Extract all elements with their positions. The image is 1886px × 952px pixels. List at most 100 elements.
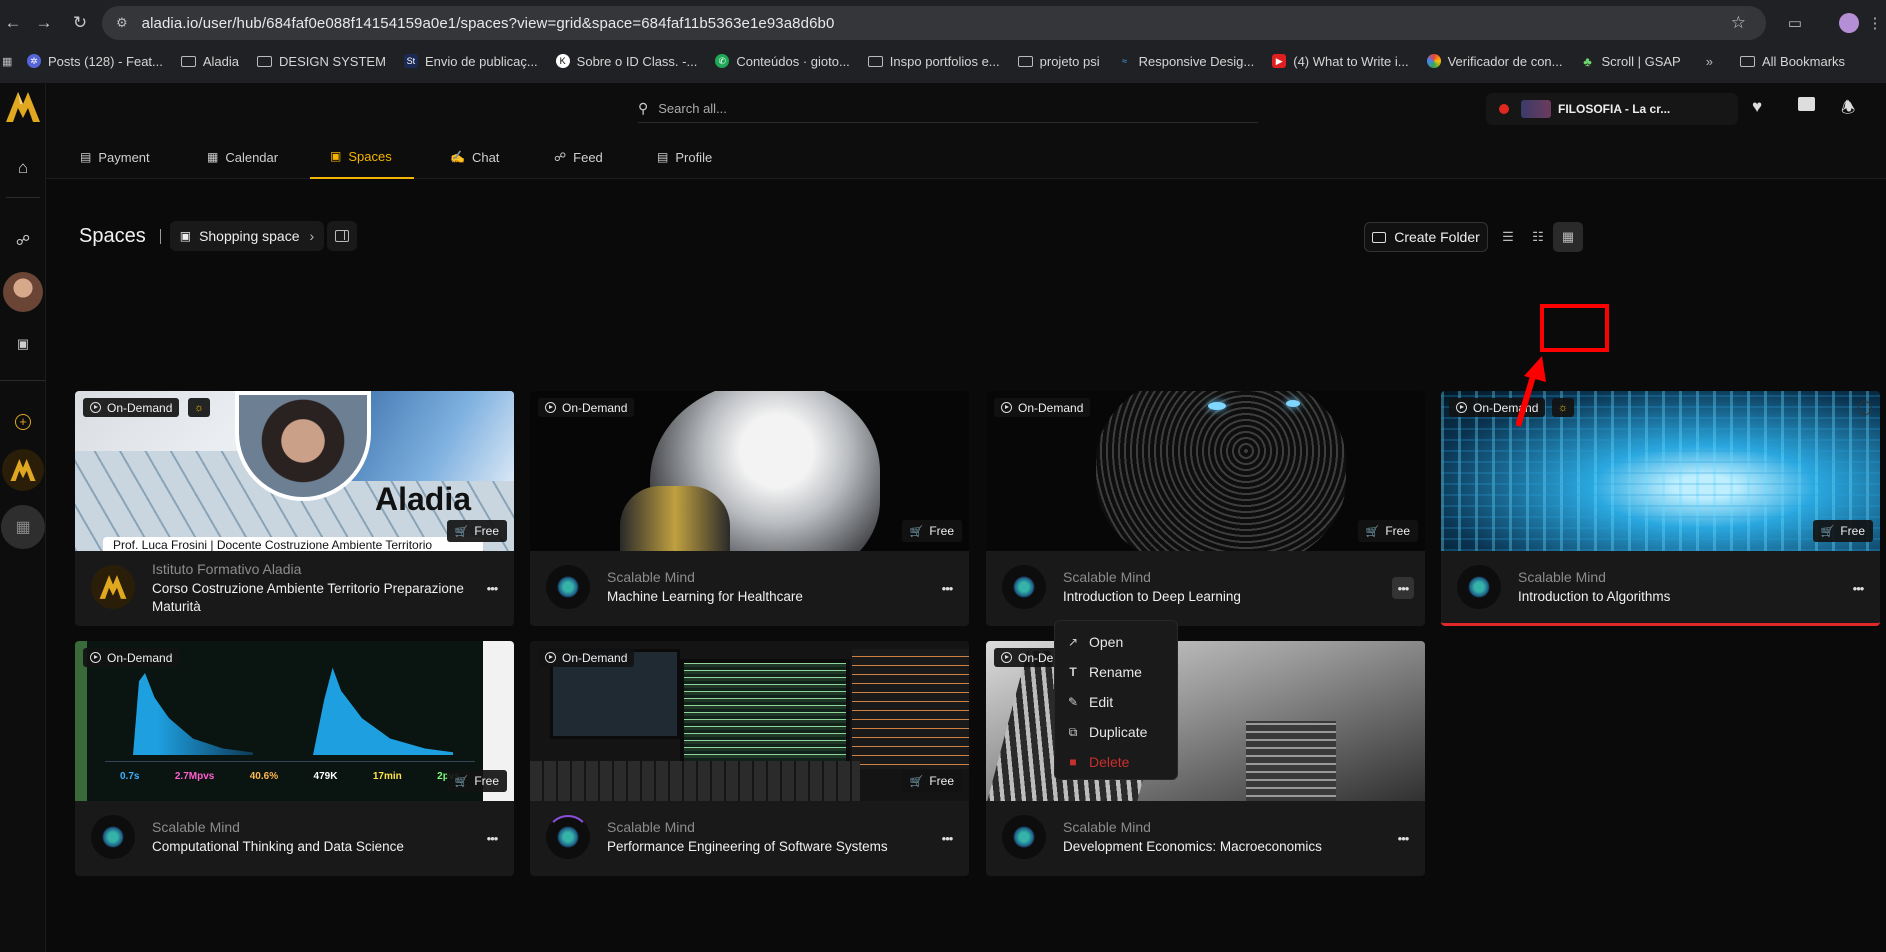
bookmark-item[interactable]: K Sobre o ID Class. -... [547,49,707,73]
price-badge: 🛒 Free [1357,520,1418,542]
folder-icon [180,55,196,67]
back-icon[interactable]: ← [0,10,26,36]
scalable-mind-logo [1013,576,1035,598]
badge-label: On-Demand [562,400,628,415]
more-options-icon[interactable]: ••• [481,577,503,599]
more-options-icon[interactable]: ••• [481,827,503,849]
bookmark-item[interactable]: Verificador de con... [1418,49,1572,73]
space-card[interactable]: 0.7s 2.7Mpvs 40.6% 479K 17min 2pvs On-De… [75,641,514,876]
user-avatar[interactable] [0,269,46,315]
menu-item-rename[interactable]: T Rename [1065,657,1142,687]
space-card[interactable]: Aladia Prof. Luca Frosini | Docente Cost… [75,391,514,626]
tab-profile[interactable]: ▤ Profile [657,135,712,179]
more-options-icon[interactable]: ••• [936,827,958,849]
card-footer: Scalable Mind Machine Learning for Healt… [530,551,969,626]
bookmark-star-icon[interactable]: ☆ [1731,13,1746,33]
badge-label: On-Demand [562,650,628,665]
reload-icon[interactable]: ↻ [67,10,93,36]
menu-item-delete[interactable]: ■ Delete [1065,747,1129,777]
search-input[interactable]: ⚲ Search all... [638,95,1258,123]
more-bookmarks-icon[interactable]: » [1706,54,1713,69]
menu-item-duplicate[interactable]: ⧉ Duplicate [1065,717,1148,747]
create-folder-button[interactable]: Create Folder [1364,222,1488,252]
org-avatar [1002,815,1046,859]
add-icon[interactable]: + [0,407,46,437]
tab-spaces[interactable]: ▣ Spaces [310,135,414,179]
heart-icon[interactable]: ♥ [1752,97,1762,117]
clover-icon: ♣ [1583,53,1592,69]
menu-item-edit[interactable]: ✎ Edit [1065,687,1113,717]
aladia-space-avatar[interactable] [0,447,46,493]
copy-icon: ⧉ [1068,724,1078,739]
bookmark-item[interactable]: projeto psi [1009,49,1109,73]
chart-axis [105,761,475,762]
profile-avatar-icon[interactable] [1836,10,1862,36]
left-rail: ⌂ ☍ ▣ + ▦ [0,83,46,952]
list-view-icon[interactable]: ☰ [1493,222,1523,252]
wire-face [1096,391,1346,551]
menu-item-open[interactable]: ↗ Open [1065,627,1123,657]
panel-toggle-icon[interactable] [327,221,358,251]
share-icon[interactable]: ☍ [0,225,46,255]
badge-label: On-Demand [107,650,173,665]
tab-payment[interactable]: ▤ Payment [80,135,150,179]
more-options-icon[interactable]: ••• [1392,577,1414,599]
site-info-icon[interactable]: ⚙ [116,15,128,31]
box-icon[interactable]: ▣ [0,329,46,359]
more-options-icon[interactable]: ••• [1847,577,1869,599]
bookmark-item[interactable]: ✲ Posts (128) - Feat... [18,49,172,73]
price-badge: 🛒 Free [446,520,507,542]
cart-icon: 🛒 [454,525,469,538]
bookmark-item[interactable]: ≈ Responsive Desig... [1109,49,1264,73]
bookmark-label: Aladia [202,53,240,69]
store-icon[interactable]: ⌂ [0,153,46,183]
calendar-icon: ▦ [207,150,219,164]
menu-icon[interactable]: ⋮ [1862,10,1886,36]
building-icon[interactable]: ▦ [0,504,46,550]
rail-divider [0,380,46,381]
card-title: Development Economics: Macroeconomics [1063,839,1322,854]
space-card[interactable]: On-Demand Scalable Mind Development Econ… [986,641,1425,876]
face-eye [1286,400,1300,407]
now-playing[interactable]: FILOSOFIA - La cr... [1486,93,1738,125]
forward-icon[interactable]: → [31,10,57,36]
apps-grid-icon[interactable]: ▦ [2,55,18,68]
bookmark-item[interactable]: Inspo portfolios e... [859,49,1009,73]
bookmark-item[interactable]: Aladia [172,49,248,73]
bookmark-item[interactable]: ✆ Conteúdos · gioto... [706,49,858,73]
tab-label: Payment [98,149,150,165]
tab-calendar[interactable]: ▦ Calendar [207,135,278,179]
bell-icon[interactable]: 🕭 [1841,97,1855,124]
space-card[interactable]: On-Demand ☼ 🛒 Free Scalable Mind Introduc… [1441,391,1880,626]
tab-chat[interactable]: ✍ Chat [450,135,499,179]
histogram-right [313,667,453,755]
more-options-icon[interactable]: ••• [1392,827,1414,849]
robot-neck [620,486,730,551]
more-options-icon[interactable]: ••• [936,577,958,599]
extensions-icon[interactable]: ▭ [1782,10,1808,36]
wave-icon: ≈ [1122,56,1128,66]
message-icon[interactable] [1798,97,1815,111]
tree-view-icon[interactable]: ☷ [1523,222,1553,252]
bookmark-item[interactable]: DESIGN SYSTEM [248,49,395,73]
space-card[interactable]: On-Demand 🛒 Free Scalable Mind Introducti… [986,391,1425,626]
address-bar[interactable]: ⚙ aladia.io/user/hub/684faf0e088f1415415… [102,6,1766,40]
card-title: Computational Thinking and Data Science [152,839,404,854]
org-name: Istituto Formativo Aladia [152,561,302,577]
menu-label: Open [1089,634,1124,650]
view-toggle: ☰ ☷ ▦ [1493,222,1583,252]
space-card[interactable]: On-Demand 🛒 Free Scalable Mind Machine Le… [530,391,969,626]
bookmark-item[interactable]: ♣ Scroll | GSAP [1572,49,1690,73]
tab-feed[interactable]: ☍ Feed [554,135,603,179]
bookmark-item[interactable]: St Envio de publicaç... [395,49,547,73]
select-circle-icon[interactable] [1858,401,1872,415]
bookmark-item[interactable]: ▶ (4) What to Write i... [1263,49,1417,73]
scalable-mind-logo [1013,826,1035,848]
play-icon [90,402,101,413]
breadcrumb[interactable]: ▣ Shopping space › [169,221,325,251]
aladia-logo[interactable] [0,87,46,127]
all-bookmarks[interactable]: All Bookmarks [1731,49,1854,73]
grid-view-icon[interactable]: ▦ [1553,222,1583,252]
space-card[interactable]: On-Demand 🛒 Free Scalable Mind Performanc… [530,641,969,876]
card-footer: Scalable Mind Introduction to Deep Learn… [986,551,1425,626]
